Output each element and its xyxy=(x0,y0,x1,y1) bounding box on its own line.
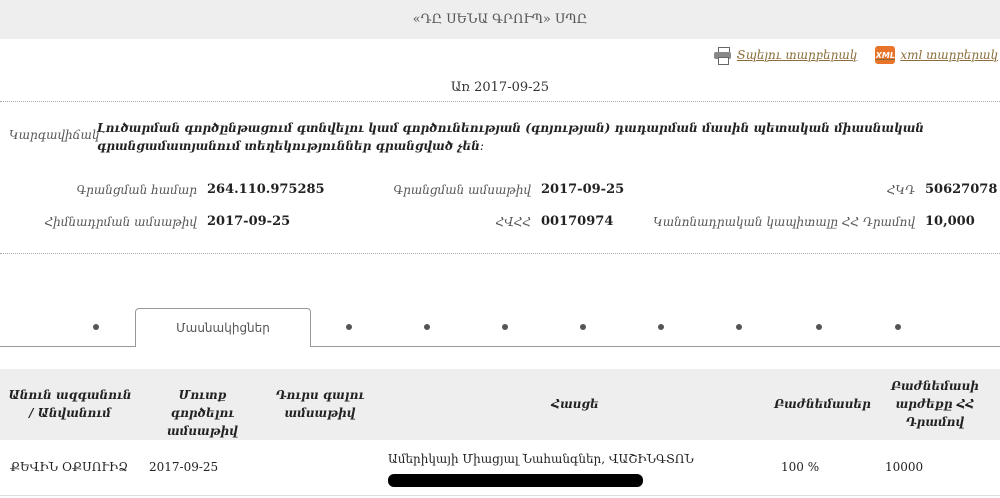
export-links: Տպելու տարբերակ XML xml տարբերակ xyxy=(713,46,998,65)
taxid-value: 00170974 xyxy=(541,214,614,229)
founding-date-label: Հիմնադրման ամսաթիվ xyxy=(44,215,197,229)
share-percent: 100 % xyxy=(781,460,820,474)
participant-address: Ամերիկայի Միացյալ Նահանգներ, ՎԱՇԻՆԳՏՈՆ xyxy=(388,452,694,466)
column-header-share-value: Բաժնեմասի արժեքը ՀՀ Դրամով xyxy=(891,379,979,429)
tab-dot[interactable] xyxy=(736,324,742,330)
status-label: Կարգավիճակ xyxy=(9,128,100,142)
xml-version-link[interactable]: XML xml տարբերակ xyxy=(875,46,998,64)
tab-dot[interactable] xyxy=(346,324,352,330)
reg-number-label: Գրանցման համար xyxy=(76,183,197,197)
reg-date-value: 2017-09-25 xyxy=(541,182,625,197)
entry-date: 2017-09-25 xyxy=(149,460,219,474)
tab-dot[interactable] xyxy=(816,324,822,330)
taxid-label: ՀՎՀՀ xyxy=(495,215,531,229)
tab-dot[interactable] xyxy=(658,324,664,330)
column-header-name: Անուն ազգանուն / Անվանում xyxy=(8,388,132,420)
tab-dot[interactable] xyxy=(580,324,586,330)
column-header-address: Հասցե xyxy=(551,397,599,411)
divider xyxy=(0,253,1000,254)
tab-dot[interactable] xyxy=(895,324,901,330)
tab-dot[interactable] xyxy=(424,324,430,330)
share-value: 10000 xyxy=(885,460,924,474)
column-header-exit-date: Դուրս գալու ամսաթիվ xyxy=(275,388,365,420)
status-text: Լուծարման գործընթացում գտնվելու կամ գործ… xyxy=(97,121,924,153)
page-title: «ԴԸ ՍԵՆԱ ԳՐՈՒՊ» ՍՊԸ xyxy=(0,0,1000,39)
print-version-link[interactable]: Տպելու տարբերակ xyxy=(713,46,858,65)
tin-value: 50627078 xyxy=(925,182,998,197)
printer-icon xyxy=(713,47,732,65)
tab-dot[interactable] xyxy=(93,324,99,330)
redaction-bar xyxy=(388,474,643,487)
column-header-shares: Բաժնեմասեր xyxy=(774,397,871,411)
as-of-date: Առ 2017-09-25 xyxy=(450,80,550,95)
table-header: Անուն ազգանուն / Անվանում Մուտք գործելու… xyxy=(0,369,1000,440)
divider xyxy=(0,101,1000,102)
column-header-entry-date: Մուտք գործելու ամսաթիվ xyxy=(167,388,238,438)
print-version-label: Տպելու տարբերակ xyxy=(736,48,858,62)
capital-value: 10,000 xyxy=(925,214,975,229)
reg-number-value: 264.110.975285 xyxy=(207,182,325,197)
tin-label: ՀԿԴ xyxy=(886,183,915,197)
xml-version-label: xml տարբերակ xyxy=(900,48,998,62)
table-row: ՔԵՎԻՆ ՕՔՍՈՒԻՁ 2017-09-25 Ամերիկայի Միացյ… xyxy=(0,441,1000,496)
capital-label: Կանոնադրական կապիտալը ՀՀ Դրամով xyxy=(653,215,915,229)
reg-date-label: Գրանցման ամսաթիվ xyxy=(393,183,531,197)
tab-dot[interactable] xyxy=(502,324,508,330)
xml-icon: XML xyxy=(875,46,896,64)
tab-participants[interactable]: Մասնակիցներ xyxy=(135,308,311,347)
founding-date-value: 2017-09-25 xyxy=(207,214,291,229)
participant-name: ՔԵՎԻՆ ՕՔՍՈՒԻՁ xyxy=(10,460,128,474)
